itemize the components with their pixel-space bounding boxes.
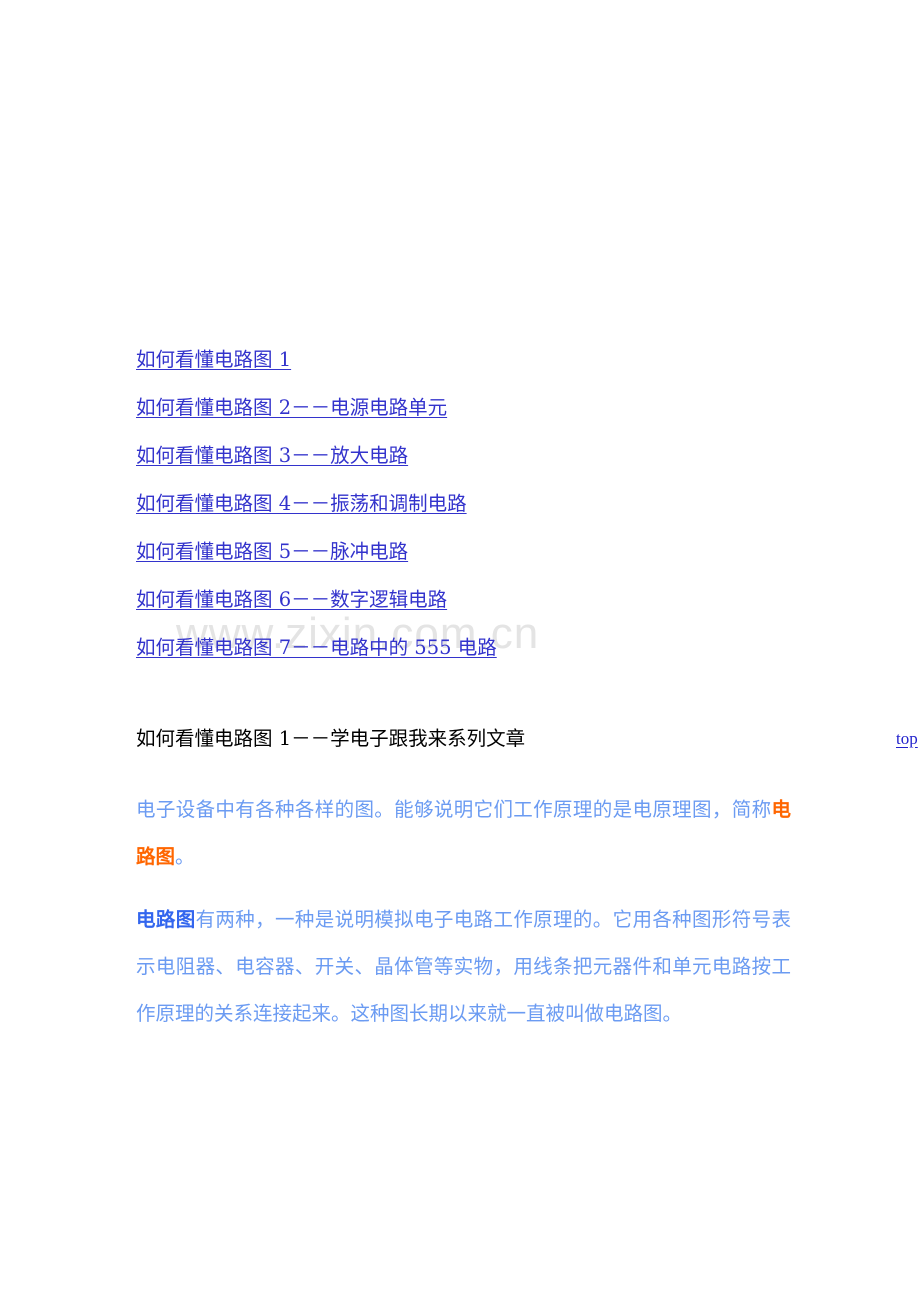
paragraph-1: 电子设备中有各种各样的图。能够说明它们工作原理的是电原理图，简称电路图。	[136, 786, 791, 880]
paragraph-2: 电路图有两种，一种是说明模拟电子电路工作原理的。它用各种图形符号表示电阻器、电容…	[136, 896, 791, 1037]
toc-row: 如何看懂电路图 3－－放大电路	[136, 432, 836, 480]
toc-row: 如何看懂电路图 1	[136, 336, 836, 384]
body-paragraphs: 电子设备中有各种各样的图。能够说明它们工作原理的是电原理图，简称电路图。 电路图…	[136, 786, 791, 1037]
toc-link-4[interactable]: 如何看懂电路图 4－－振荡和调制电路	[136, 492, 467, 515]
toc-row: 如何看懂电路图 4－－振荡和调制电路	[136, 480, 836, 528]
toc-link-5[interactable]: 如何看懂电路图 5－－脉冲电路	[136, 540, 408, 563]
document-page: www.zixin.com.cn 如何看懂电路图 1 如何看懂电路图 2－－电源…	[0, 0, 920, 1302]
section-title: 如何看懂电路图 1－－学电子跟我来系列文章	[136, 727, 526, 750]
toc-link-3[interactable]: 如何看懂电路图 3－－放大电路	[136, 444, 408, 467]
toc-link-6[interactable]: 如何看懂电路图 6－－数字逻辑电路	[136, 588, 447, 611]
toc-link-1[interactable]: 如何看懂电路图 1	[136, 348, 291, 371]
toc-row: 如何看懂电路图 5－－脉冲电路	[136, 528, 836, 576]
toc-row: 如何看懂电路图 2－－电源电路单元	[136, 384, 836, 432]
table-of-contents: 如何看懂电路图 1 如何看懂电路图 2－－电源电路单元 如何看懂电路图 3－－放…	[136, 336, 836, 672]
toc-link-2[interactable]: 如何看懂电路图 2－－电源电路单元	[136, 396, 447, 419]
paragraph-2-run-2: 有两种，一种是说明模拟电子电路工作原理的。它用各种图形符号表示电阻器、电容器、开…	[136, 908, 791, 1025]
back-to-top-link[interactable]: top	[896, 722, 918, 756]
toc-row: 如何看懂电路图 7－－电路中的 555 电路	[136, 624, 836, 672]
toc-row: 如何看懂电路图 6－－数字逻辑电路	[136, 576, 836, 624]
paragraph-1-run-3: 。	[175, 845, 195, 868]
paragraph-1-run-1: 电子设备中有各种各样的图。能够说明它们工作原理的是电原理图，简称	[136, 798, 772, 821]
section-heading-row: 如何看懂电路图 1－－学电子跟我来系列文章 top	[136, 722, 920, 762]
keyword-circuit-diagram-blue: 电路图	[136, 908, 196, 931]
toc-link-7[interactable]: 如何看懂电路图 7－－电路中的 555 电路	[136, 636, 497, 659]
